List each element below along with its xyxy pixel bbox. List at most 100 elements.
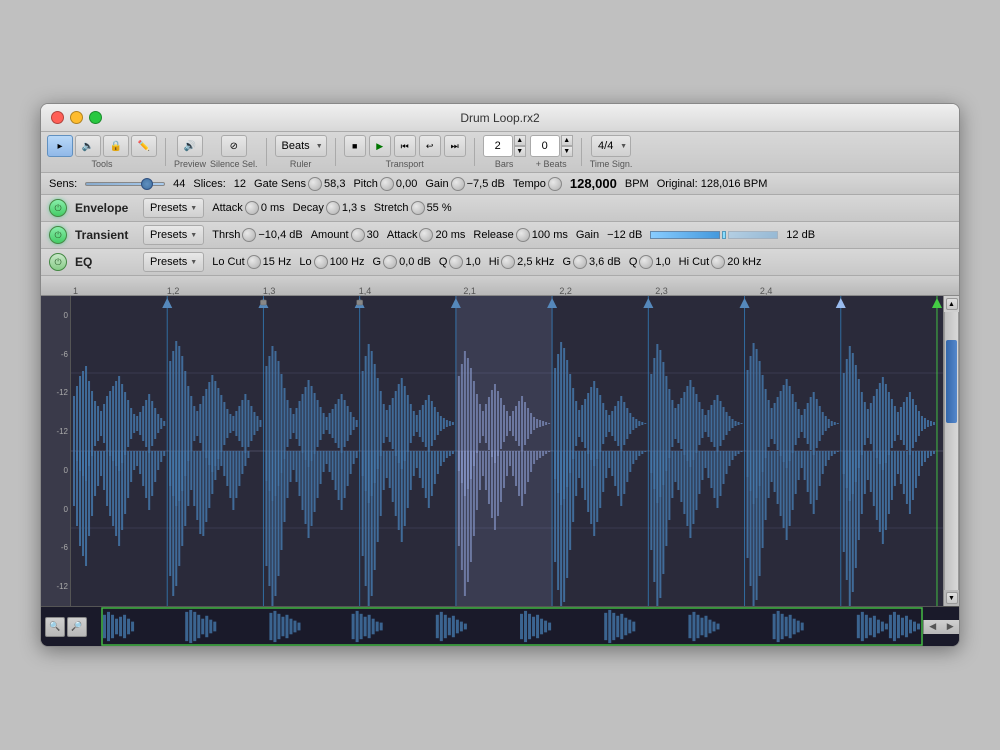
eq-label: EQ xyxy=(75,255,135,269)
nav-right-button[interactable]: ▶ xyxy=(943,620,957,634)
eq-q2-value: 1,0 xyxy=(655,256,670,268)
forward-button[interactable]: ⏭ xyxy=(444,135,466,157)
bars-value[interactable]: 2 xyxy=(483,135,513,157)
decay-knob[interactable] xyxy=(326,201,340,215)
eq-q2-knob[interactable] xyxy=(639,255,653,269)
beats-value[interactable]: 0 xyxy=(530,135,560,157)
waveform-main: 0 -6 -12 -12 0 0 -6 -12 xyxy=(41,296,959,606)
t-attack-group: Attack 20 ms xyxy=(387,228,466,242)
pitch-group: Pitch 0,00 xyxy=(353,177,417,191)
time-sign-selector[interactable]: 4/4 xyxy=(591,135,631,157)
vertical-scrollbar[interactable]: ▲ ▼ xyxy=(943,296,959,606)
preview-button[interactable]: 🔊 xyxy=(177,135,203,157)
gate-knob[interactable] xyxy=(308,177,322,191)
release-knob[interactable] xyxy=(516,228,530,242)
attack-group: Attack 0 ms xyxy=(212,201,284,215)
lo-cut-value: 15 Hz xyxy=(263,256,292,268)
t-gain-label: Gain xyxy=(576,229,599,241)
transport-group: ■ ▶ ⏮ ↩ ⏭ Transport xyxy=(344,135,466,169)
gain-meter-bar xyxy=(650,231,720,239)
beats-up[interactable]: ▲ xyxy=(561,135,573,146)
beats-label: + Beats xyxy=(536,159,567,169)
window-title: Drum Loop.rx2 xyxy=(460,111,539,125)
eq-power-button[interactable]: ⏻ xyxy=(49,253,67,271)
gate-label: Gate Sens xyxy=(254,178,306,190)
stop-button[interactable]: ■ xyxy=(344,135,366,157)
play-button[interactable]: ▶ xyxy=(369,135,391,157)
gain-label: Gain xyxy=(425,178,448,190)
zoom-in-button[interactable]: 🔍 xyxy=(45,617,65,637)
lo-knob[interactable] xyxy=(314,255,328,269)
gain-value: −7,5 dB xyxy=(467,178,505,190)
divider-3 xyxy=(335,138,336,166)
bars-down[interactable]: ▼ xyxy=(514,146,526,157)
y-0-top: 0 xyxy=(64,311,68,320)
thrsh-knob[interactable] xyxy=(242,228,256,242)
eq-q2-label: Q xyxy=(629,256,638,268)
eq-hi-knob[interactable] xyxy=(501,255,515,269)
envelope-power-button[interactable]: ⏻ xyxy=(49,199,67,217)
original-label: Original: 128,016 BPM xyxy=(657,178,768,190)
stretch-knob[interactable] xyxy=(411,201,425,215)
return-button[interactable]: ↩ xyxy=(419,135,441,157)
lo-label: Lo xyxy=(299,256,311,268)
waveform-canvas[interactable] xyxy=(71,296,943,606)
divider-2 xyxy=(266,138,267,166)
sens-slider[interactable] xyxy=(85,182,165,186)
silence-label: Silence Sel. xyxy=(210,159,258,169)
overview-waveform[interactable] xyxy=(101,607,923,646)
eq-hi-label: Hi xyxy=(489,256,499,268)
scroll-up-button[interactable]: ▲ xyxy=(946,298,958,310)
tempo-knob[interactable] xyxy=(548,177,562,191)
pencil-button[interactable]: ✏️ xyxy=(131,135,157,157)
envelope-row: ⏻ Envelope Presets Attack 0 ms Decay 1,3… xyxy=(41,195,959,222)
envelope-presets-button[interactable]: Presets xyxy=(143,198,204,218)
release-value: 100 ms xyxy=(532,229,568,241)
eq-q-knob[interactable] xyxy=(449,255,463,269)
silence-button[interactable]: ⊘ xyxy=(221,135,247,157)
eq-presets-button[interactable]: Presets xyxy=(143,252,204,272)
stretch-group: Stretch 55 % xyxy=(374,201,452,215)
slices-label: Slices: xyxy=(193,178,225,190)
lock-button[interactable]: 🔒 xyxy=(103,135,129,157)
sens-bar: Sens: 44 Slices: 12 Gate Sens 58,3 Pitch… xyxy=(41,173,959,195)
bars-group: 2 ▲ ▼ Bars xyxy=(483,135,526,169)
gate-value: 58,3 xyxy=(324,178,345,190)
eq-g2-knob[interactable] xyxy=(573,255,587,269)
zoom-out-button[interactable]: 🔎 xyxy=(67,617,87,637)
scroll-down-button[interactable]: ▼ xyxy=(946,592,958,604)
transient-presets-button[interactable]: Presets xyxy=(143,225,204,245)
close-button[interactable] xyxy=(51,111,64,124)
attack-knob[interactable] xyxy=(245,201,259,215)
minimize-button[interactable] xyxy=(70,111,83,124)
lo-cut-knob[interactable] xyxy=(247,255,261,269)
maximize-button[interactable] xyxy=(89,111,102,124)
rewind-button[interactable]: ⏮ xyxy=(394,135,416,157)
lo-cut-label: Lo Cut xyxy=(212,256,244,268)
transient-power-button[interactable]: ⏻ xyxy=(49,226,67,244)
gain-group: Gain −7,5 dB xyxy=(425,177,504,191)
timesign-group: 4/4 Time Sign. xyxy=(590,135,633,169)
sens-thumb[interactable] xyxy=(141,178,153,190)
scroll-thumb[interactable] xyxy=(946,340,957,423)
amount-value: 30 xyxy=(367,229,379,241)
cursor-tool-button[interactable]: ▸ xyxy=(47,135,73,157)
speaker-button[interactable]: 🔈 xyxy=(75,135,101,157)
amount-knob[interactable] xyxy=(351,228,365,242)
tools-label: Tools xyxy=(91,159,112,169)
ruler-mark-14: 1,4 xyxy=(359,286,372,296)
hi-cut-value: 20 kHz xyxy=(727,256,761,268)
ruler-selector[interactable]: Beats xyxy=(275,135,327,157)
nav-left-button[interactable]: ◀ xyxy=(926,620,940,634)
zoom-buttons: 🔍 🔎 xyxy=(41,617,101,637)
y-minus12-2: -12 xyxy=(56,427,68,436)
t-attack-knob[interactable] xyxy=(419,228,433,242)
gain-knob[interactable] xyxy=(451,177,465,191)
bars-up[interactable]: ▲ xyxy=(514,135,526,146)
eq-g-knob[interactable] xyxy=(383,255,397,269)
beats-down[interactable]: ▼ xyxy=(561,146,573,157)
eq-g2-value: 3,6 dB xyxy=(589,256,621,268)
waveform-area: 1 1,2 1,3 1,4 2,1 2,2 2,3 2,4 0 -6 -12 -… xyxy=(41,276,959,646)
hi-cut-knob[interactable] xyxy=(711,255,725,269)
pitch-knob[interactable] xyxy=(380,177,394,191)
